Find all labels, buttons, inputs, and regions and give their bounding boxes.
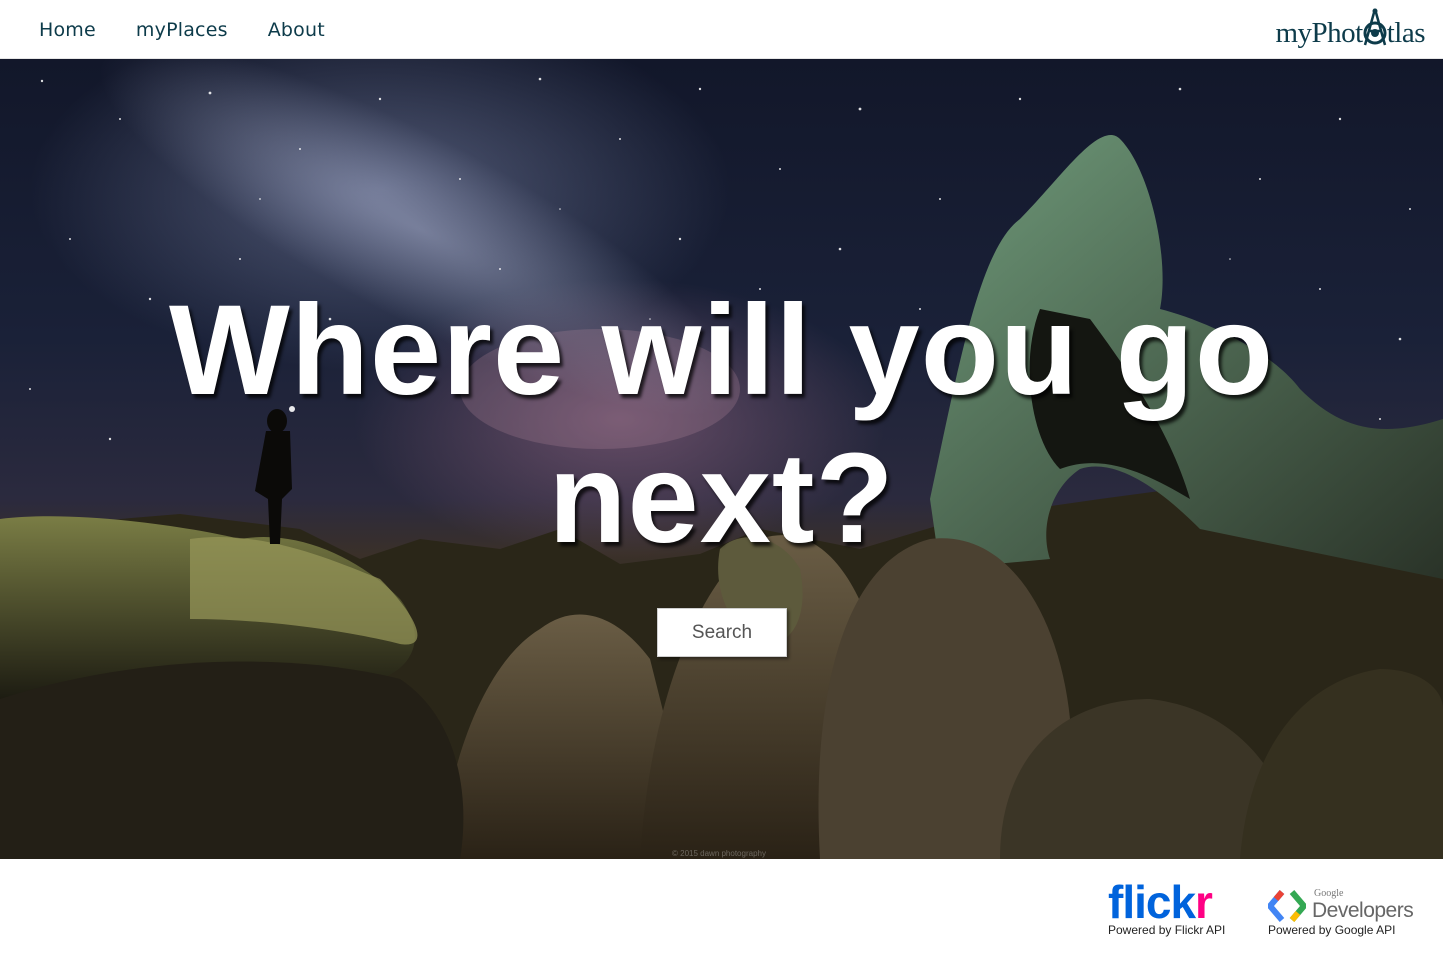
flickr-logo-pink: r [1195,876,1213,928]
google-small-label: Google [1314,888,1344,899]
flickr-caption: Powered by Flickr API [1108,923,1226,937]
brand-text-left: myPhot [1275,16,1363,49]
flickr-logo: flickr [1108,879,1243,925]
google-developers-icon [1268,890,1306,922]
top-navbar: Home myPlaces About myPhot tlas [0,0,1443,59]
hero-background: Where will you go next? Search © 2015 da… [0,59,1443,859]
brand-text-right: tlas [1386,16,1426,49]
flickr-logo-blue: flick [1108,876,1196,928]
search-button[interactable]: Search [657,608,787,657]
brand-logo[interactable]: myPhot tlas [1275,5,1426,53]
photo-watermark: © 2015 dawn photography [672,849,766,858]
google-caption: Powered by Google API [1268,923,1396,937]
nav-about-link[interactable]: About [268,19,325,41]
headline-line-1: Where will you go [168,279,1275,422]
nav-myplaces-link[interactable]: myPlaces [136,19,228,41]
footer: flickr Powered by Flickr API Google Deve… [0,859,1443,956]
nav-links: Home myPlaces About [39,0,365,59]
google-developers-credit[interactable]: Google Developers Powered by Google API [1268,881,1418,937]
hero-headline: Where will you go next? [0,277,1443,573]
google-developers-label: Developers [1312,899,1414,922]
nav-home-link[interactable]: Home [39,19,96,41]
headline-line-2: next? [548,427,895,570]
flickr-credit[interactable]: flickr Powered by Flickr API [1108,879,1243,937]
